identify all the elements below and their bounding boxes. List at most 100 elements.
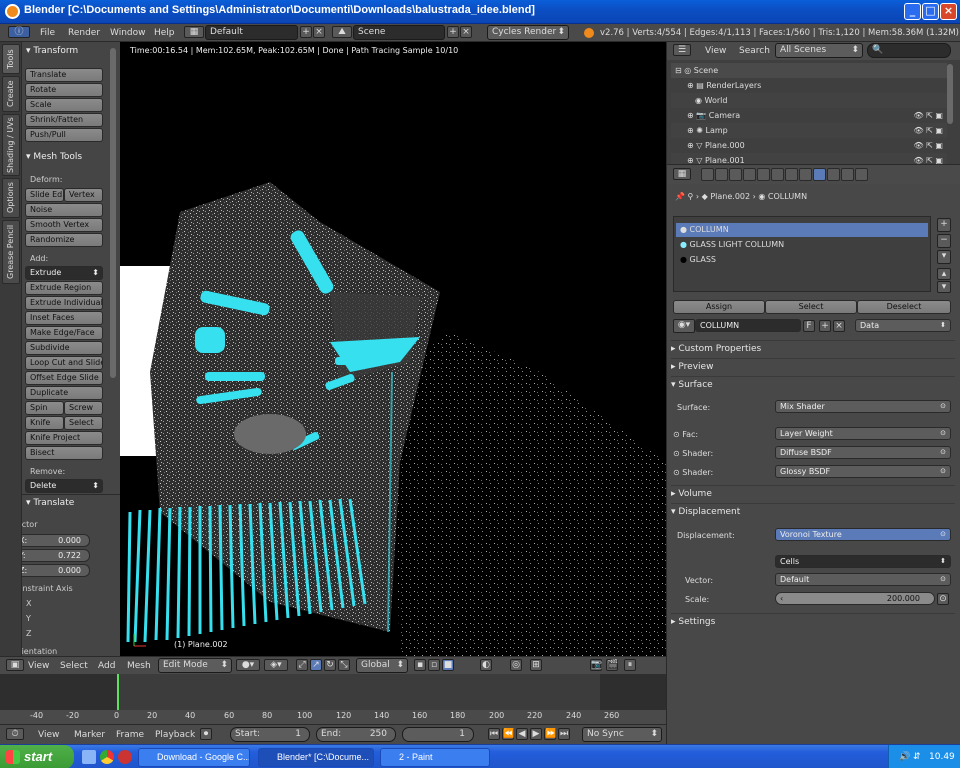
menu-marker[interactable]: Marker	[74, 730, 105, 740]
menu-tl-view[interactable]: View	[38, 730, 59, 740]
start-frame-field[interactable]: Start: 1	[230, 727, 310, 742]
layers-tab-icon[interactable]	[715, 168, 728, 181]
tab-grease-pencil[interactable]: Grease Pencil	[2, 220, 20, 284]
timeline-editor-icon[interactable]: ⏱	[6, 728, 24, 740]
preview-panel[interactable]: ▸ Preview	[671, 358, 955, 375]
translate-button[interactable]: Translate	[25, 68, 103, 82]
vector-y-field[interactable]: Y: 0.722	[22, 549, 90, 562]
vector-x-field[interactable]: X: 0.000	[22, 534, 90, 547]
material-new-icon[interactable]: +	[819, 320, 831, 332]
slot-down-icon[interactable]: ▾	[937, 281, 951, 293]
maximize-button[interactable]: □	[922, 3, 939, 20]
snap-icon[interactable]: ⊞	[530, 659, 542, 671]
quicklaunch-desktop-icon[interactable]	[82, 750, 96, 764]
custom-properties-panel[interactable]: ▸ Custom Properties	[671, 340, 955, 357]
layout-add-icon[interactable]: +	[300, 26, 312, 38]
properties-editor-icon[interactable]: ▦	[673, 168, 691, 180]
play-icon[interactable]: ▶	[530, 728, 542, 740]
outliner-item-plane-000[interactable]: ⊕ ▽ Plane.000 👁 ⇱ ▣	[671, 138, 947, 153]
menu-add[interactable]: Add	[98, 661, 115, 671]
timeline[interactable]: -40 -20 0 20 40 60 80 100 120 140 160 18…	[0, 674, 666, 724]
outliner-item-camera[interactable]: ⊕ 📷 Camera 👁 ⇱ ▣	[671, 108, 947, 123]
extrude-select[interactable]: Extrude ⬍	[25, 266, 103, 280]
menu-frame[interactable]: Frame	[116, 730, 144, 740]
jump-end-icon[interactable]: ⏭	[558, 728, 570, 740]
bisect-button[interactable]: Bisect	[25, 446, 103, 460]
tab-create[interactable]: Create	[2, 76, 20, 112]
translate-manip-icon[interactable]: ↗	[310, 659, 322, 671]
next-key-icon[interactable]: ⏩	[544, 728, 556, 740]
screw-button[interactable]: Screw	[64, 401, 103, 415]
vector-z-field[interactable]: Z: 0.000	[22, 564, 90, 577]
slot-add-icon[interactable]: +	[937, 218, 951, 232]
operator-panel-header[interactable]: ▾ Translate	[26, 498, 74, 508]
outliner-search-input[interactable]: 🔍	[867, 43, 951, 58]
knife-button[interactable]: Knife	[25, 416, 64, 430]
noise-button[interactable]: Noise	[25, 203, 103, 217]
vertex-select-icon[interactable]: ▪	[414, 659, 426, 671]
fac-input-select[interactable]: Layer Weight ⊙	[775, 427, 951, 440]
menu-outliner-view[interactable]: View	[705, 46, 726, 56]
opengl-render-icon[interactable]: 🎬	[606, 659, 618, 671]
taskbar-item-chrome[interactable]: Download - Google C...	[138, 748, 250, 767]
slot-glass[interactable]: ● GLASS	[676, 253, 928, 267]
current-frame-field[interactable]: 1	[402, 727, 474, 742]
menu-select[interactable]: Select	[60, 661, 88, 671]
scale-link-icon[interactable]: ⊙	[937, 593, 949, 605]
displacement-select[interactable]: Voronoi Texture ⊙	[775, 528, 951, 541]
edge-select-icon[interactable]: ▫	[428, 659, 440, 671]
prev-key-icon[interactable]: ⏪	[502, 728, 514, 740]
close-button[interactable]: ×	[940, 3, 957, 20]
outliner-editor-icon[interactable]: ☰	[673, 44, 691, 56]
outliner-item-scene[interactable]: ⊟ ◎ Scene	[671, 63, 947, 78]
slot-glass-light[interactable]: ● GLASS LIGHT COLLUMN	[676, 238, 928, 252]
proportional-icon[interactable]: ◎	[510, 659, 522, 671]
spin-button[interactable]: Spin	[25, 401, 64, 415]
world-tab-icon[interactable]	[743, 168, 756, 181]
make-edge-face-button[interactable]: Make Edge/Face	[25, 326, 103, 340]
shelf-scrollbar[interactable]	[110, 48, 116, 378]
render-icon[interactable]: 📷	[590, 659, 602, 671]
menu-window[interactable]: Window	[110, 28, 146, 38]
mesh-tools-panel-header[interactable]: ▾ Mesh Tools	[26, 152, 82, 162]
constraints-tab-icon[interactable]	[771, 168, 784, 181]
displacement-panel[interactable]: ▾ Displacement	[671, 503, 955, 520]
surface-panel[interactable]: ▾ Surface	[671, 376, 955, 393]
sync-select[interactable]: No Sync ⬍	[582, 727, 662, 742]
volume-panel[interactable]: ▸ Volume	[671, 485, 955, 502]
rotate-manip-icon[interactable]: ↻	[324, 659, 336, 671]
slide-edge-button[interactable]: Slide Ed	[25, 188, 64, 202]
transform-panel-header[interactable]: ▾ Transform	[26, 46, 78, 56]
menu-mesh[interactable]: Mesh	[127, 661, 151, 671]
slot-up-icon[interactable]: ▴	[937, 268, 951, 280]
pivot-icon[interactable]: ◈▾	[264, 659, 288, 671]
vector-select[interactable]: Default ⊙	[775, 573, 951, 586]
outliner-item-world[interactable]: ◉ World	[671, 93, 947, 108]
tab-tools[interactable]: Tools	[2, 44, 20, 74]
push-pull-button[interactable]: Push/Pull	[25, 128, 103, 142]
render-tab-icon[interactable]	[701, 168, 714, 181]
knife-project-button[interactable]: Knife Project	[25, 431, 103, 445]
volume-icon[interactable]: 🔊	[899, 745, 910, 768]
randomize-button[interactable]: Randomize	[25, 233, 103, 247]
scene-remove-icon[interactable]: ×	[460, 26, 472, 38]
face-select-icon[interactable]: ■	[442, 659, 454, 671]
quicklaunch-opera-icon[interactable]	[118, 750, 132, 764]
link-select[interactable]: Data ⬍	[855, 319, 951, 332]
particles-tab-icon[interactable]	[841, 168, 854, 181]
cells-select[interactable]: Cells ⬍	[775, 555, 951, 568]
rotate-button[interactable]: Rotate	[25, 83, 103, 97]
taskbar-item-blender[interactable]: Blender* [C:\Docume...	[258, 748, 374, 767]
outliner-item-plane-001[interactable]: ⊕ ▽ Plane.001 👁 ⇱ ▣	[671, 153, 947, 164]
smooth-vertex-button[interactable]: Smooth Vertex	[25, 218, 103, 232]
layout-remove-icon[interactable]: ×	[313, 26, 325, 38]
scale-button[interactable]: Scale	[25, 98, 103, 112]
editor-type-icon[interactable]: ⓘ	[8, 26, 30, 38]
network-icon[interactable]: ⇵	[913, 745, 921, 768]
extrude-individual-button[interactable]: Extrude Individual	[25, 296, 103, 310]
outliner-item-lamp[interactable]: ⊕ ✺ Lamp 👁 ⇱ ▣	[671, 123, 947, 138]
shader2-select[interactable]: Glossy BSDF ⊙	[775, 465, 951, 478]
surface-shader-select[interactable]: Mix Shader ⊙	[775, 400, 951, 413]
fake-user-button[interactable]: F	[803, 320, 815, 332]
knife-select-button[interactable]: Select	[64, 416, 103, 430]
